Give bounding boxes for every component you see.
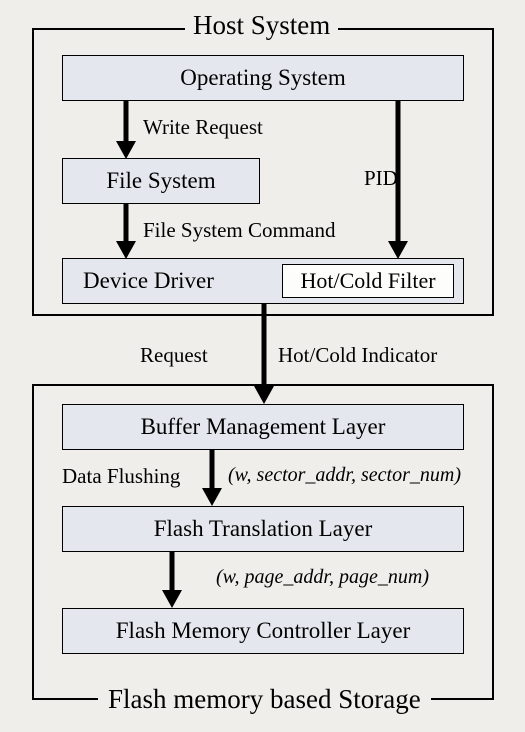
file-system-block: File System [62,158,260,204]
device-driver-label: Device Driver [83,268,214,294]
data-flushing-label: Data Flushing [62,464,180,489]
page-params-label: (w, page_addr, page_num) [216,566,429,589]
pid-label: PID [364,166,398,191]
file-system-command-label: File System Command [143,218,336,243]
storage-title: Flash memory based Storage [98,684,431,715]
hot-cold-filter-block: Hot/Cold Filter [282,264,454,298]
write-request-label: Write Request [143,115,263,140]
diagram-container: Host System Operating System Write Reque… [0,0,525,732]
host-system-title: Host System [185,10,338,41]
arrow-fs-to-driver [116,204,136,259]
sector-params-label: (w, sector_addr, sector_num) [228,464,461,487]
request-label: Request [140,343,208,368]
operating-system-block: Operating System [62,55,464,101]
flash-controller-block: Flash Memory Controller Layer [62,608,464,654]
hot-cold-indicator-label: Hot/Cold Indicator [278,343,437,368]
arrow-buffer-to-ftl [202,450,222,506]
flash-translation-block: Flash Translation Layer [62,506,464,552]
arrow-os-to-fs [116,101,136,159]
buffer-management-block: Buffer Management Layer [62,404,464,450]
arrow-ftl-to-controller [162,552,182,608]
